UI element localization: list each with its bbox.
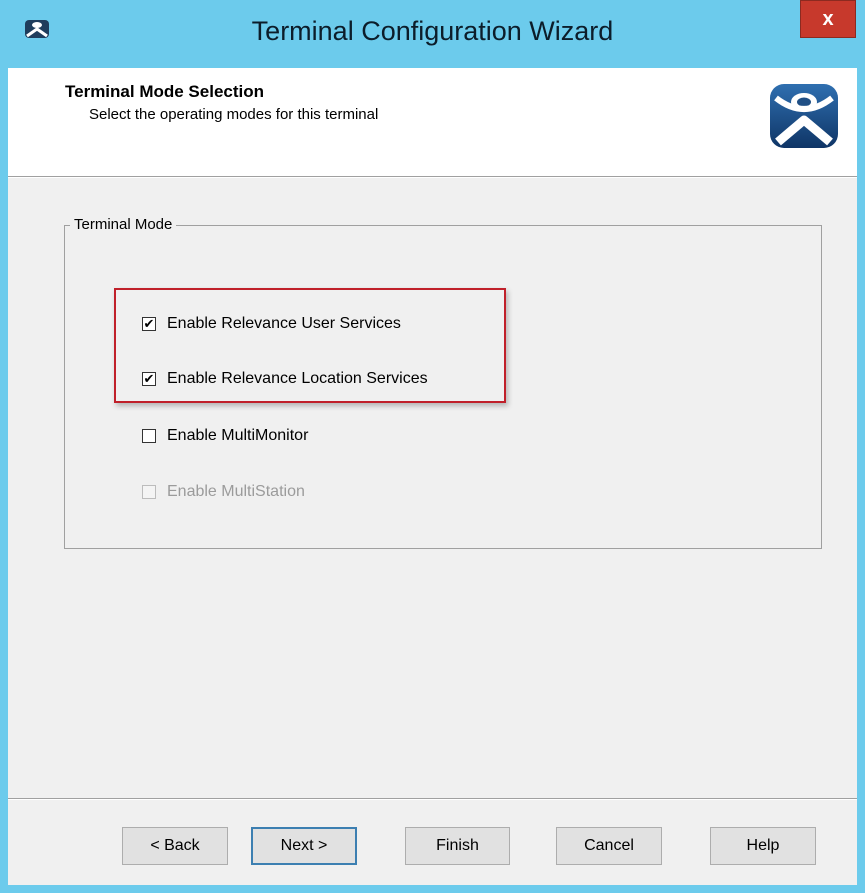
checkbox-disabled <box>142 485 156 499</box>
help-button[interactable]: Help <box>710 827 816 865</box>
multimonitor-checkbox[interactable]: Enable MultiMonitor <box>142 425 308 447</box>
thinmanager-logo-icon <box>770 84 838 148</box>
finish-button[interactable]: Finish <box>405 827 510 865</box>
relevance-user-services-checkbox[interactable]: ✔ Enable Relevance User Services <box>142 313 401 335</box>
checkbox-label: Enable MultiMonitor <box>167 427 309 444</box>
next-button[interactable]: Next > <box>251 827 357 865</box>
footer-separator <box>8 798 857 800</box>
back-button[interactable]: < Back <box>122 827 228 865</box>
header-separator <box>8 176 857 178</box>
title-bar[interactable]: Terminal Configuration Wizard x <box>0 0 865 68</box>
wizard-window: Terminal Configuration Wizard x Terminal… <box>0 0 865 893</box>
window-title: Terminal Configuration Wizard <box>251 16 614 46</box>
checkbox-unchecked[interactable] <box>142 429 156 443</box>
terminal-mode-group-label: Terminal Mode <box>70 216 177 233</box>
wizard-client-area: Terminal Mode Selection Select the opera… <box>8 68 857 885</box>
cancel-button[interactable]: Cancel <box>556 827 662 865</box>
page-title: Terminal Mode Selection <box>65 82 265 101</box>
checkbox-label: Enable Relevance Location Services <box>167 370 428 387</box>
close-button[interactable]: x <box>800 0 856 38</box>
relevance-location-services-checkbox[interactable]: ✔ Enable Relevance Location Services <box>142 368 428 390</box>
checkbox-checked[interactable]: ✔ <box>142 372 156 386</box>
wizard-header: Terminal Mode Selection Select the opera… <box>8 68 857 176</box>
checkbox-checked[interactable]: ✔ <box>142 317 156 331</box>
page-subtitle: Select the operating modes for this term… <box>89 106 379 123</box>
multistation-checkbox: Enable MultiStation <box>142 481 305 503</box>
checkbox-label: Enable Relevance User Services <box>167 315 401 332</box>
checkbox-label: Enable MultiStation <box>167 483 305 500</box>
